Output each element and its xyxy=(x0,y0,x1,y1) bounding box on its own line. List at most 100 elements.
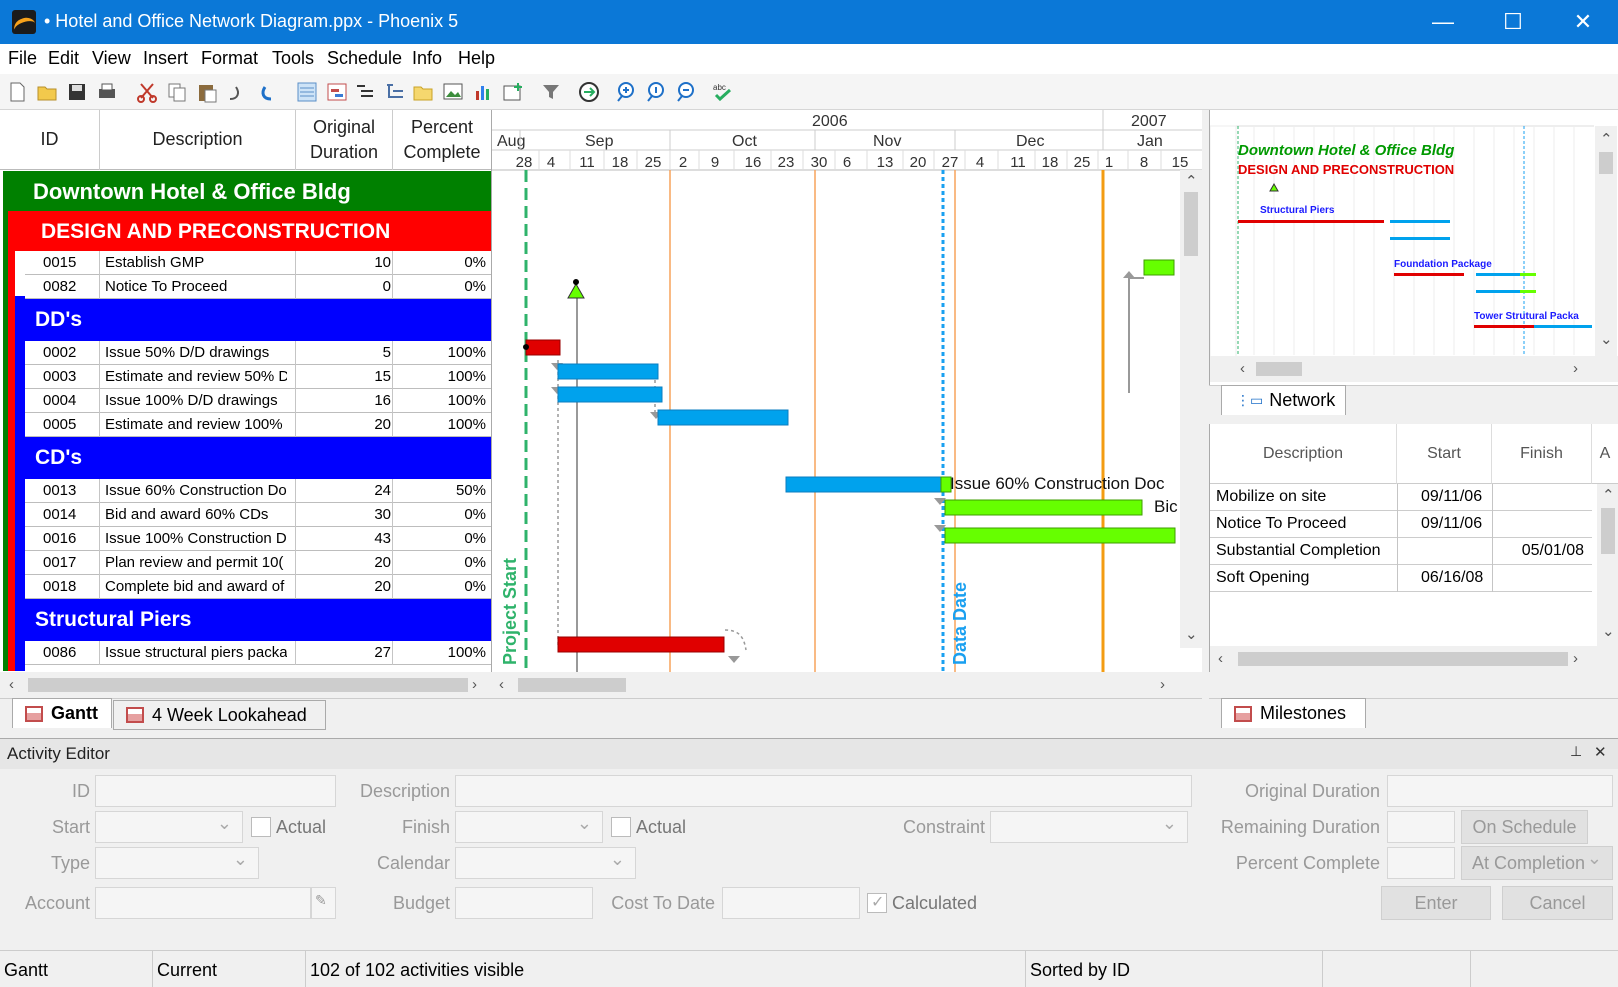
milestone-notice-to-proceed[interactable] xyxy=(567,282,585,299)
milestone-header-extra[interactable]: A xyxy=(1592,424,1618,484)
phase-band[interactable]: DESIGN AND PRECONSTRUCTION xyxy=(8,211,491,251)
tab-milestones[interactable]: Milestones xyxy=(1221,698,1366,728)
network-preview[interactable]: Downtown Hotel & Office Bldg DESIGN AND … xyxy=(1209,110,1618,385)
on-schedule-button[interactable]: On Schedule xyxy=(1461,810,1588,844)
folder-icon[interactable] xyxy=(412,81,434,103)
description-input[interactable] xyxy=(455,775,1192,807)
scroll-left-arrow-icon[interactable]: ‹ xyxy=(499,676,504,693)
original-duration-input[interactable] xyxy=(1387,775,1613,807)
gantt-hscroll-thumb[interactable] xyxy=(518,678,626,692)
table-row[interactable]: 0003 Estimate and review 50% D 15 100% xyxy=(25,365,491,389)
budget-input[interactable] xyxy=(455,887,593,919)
network-horizontal-scrollbar[interactable]: ‹ › xyxy=(1210,356,1618,382)
scroll-down-arrow-icon[interactable]: ⌄ xyxy=(1185,625,1198,643)
scroll-right-arrow-icon[interactable]: › xyxy=(472,676,477,693)
id-input[interactable] xyxy=(95,775,336,807)
milestone-row[interactable]: Substantial Completion 05/01/08 xyxy=(1210,538,1592,565)
table-row[interactable]: 0016 Issue 100% Construction D 43 0% xyxy=(25,527,491,551)
milestones-horizontal-scrollbar[interactable]: ‹ › xyxy=(1210,646,1618,672)
column-header-description[interactable]: Description xyxy=(100,110,296,170)
bar-0086[interactable] xyxy=(557,636,725,653)
menu-schedule[interactable]: Schedule xyxy=(327,48,402,69)
remaining-duration-input[interactable] xyxy=(1387,811,1455,843)
tab-network[interactable]: ⋮▭ Network xyxy=(1221,385,1346,415)
account-picker-button[interactable]: ✎ xyxy=(311,887,336,919)
milestone-row[interactable]: Notice To Proceed 09/11/06 xyxy=(1210,511,1592,538)
project-band[interactable]: Downtown Hotel & Office Bldg xyxy=(3,171,491,211)
type-dropdown[interactable] xyxy=(95,847,259,879)
bar-0013-complete[interactable] xyxy=(785,476,942,493)
scroll-up-arrow-icon[interactable]: ⌃ xyxy=(1185,172,1198,190)
enter-button[interactable]: Enter xyxy=(1381,886,1491,920)
scroll-down-arrow-icon[interactable]: ⌄ xyxy=(1602,622,1615,640)
milestones-vscroll-thumb[interactable] xyxy=(1601,508,1615,554)
group-band-dds[interactable]: DD's xyxy=(15,299,491,341)
milestone-row[interactable]: Mobilize on site 09/11/06 xyxy=(1210,484,1592,511)
scroll-left-arrow-icon[interactable]: ‹ xyxy=(9,676,14,693)
scroll-up-arrow-icon[interactable]: ⌃ xyxy=(1600,130,1613,148)
milestones-hscroll-thumb[interactable] xyxy=(1238,652,1568,666)
spellcheck-icon[interactable]: abc xyxy=(712,81,734,103)
table-row[interactable]: 0014 Bid and award 60% CDs 30 0% xyxy=(25,503,491,527)
undo-icon[interactable] xyxy=(256,81,278,103)
bar-0014[interactable] xyxy=(944,499,1143,516)
zoom-in-icon[interactable] xyxy=(614,81,636,103)
at-completion-dropdown[interactable]: At Completion xyxy=(1461,846,1613,880)
scroll-up-arrow-icon[interactable]: ⌃ xyxy=(1602,486,1615,504)
save-icon[interactable] xyxy=(66,81,88,103)
finish-date-dropdown[interactable] xyxy=(455,811,603,843)
network-vertical-scrollbar[interactable]: ⌃ ⌄ xyxy=(1595,126,1617,356)
cut-icon[interactable] xyxy=(136,81,158,103)
maximize-button[interactable]: ☐ xyxy=(1478,0,1548,44)
table-row[interactable]: 0005 Estimate and review 100% 20 100% xyxy=(25,413,491,437)
group-band-cds[interactable]: CD's xyxy=(15,437,491,479)
picture-icon[interactable] xyxy=(442,81,464,103)
menu-view[interactable]: View xyxy=(92,48,131,69)
constraint-dropdown[interactable] xyxy=(990,811,1188,843)
bar-0005[interactable] xyxy=(657,409,789,426)
zoom-out-icon[interactable] xyxy=(674,81,696,103)
column-header-original-duration[interactable]: Original Duration xyxy=(296,110,393,170)
zoom-actual-icon[interactable] xyxy=(644,81,666,103)
table-row[interactable]: 0017 Plan review and permit 10( 20 0% xyxy=(25,551,491,575)
column-header-id[interactable]: ID xyxy=(0,110,100,170)
bar-0018[interactable] xyxy=(1143,259,1175,276)
table-row[interactable]: 0086 Issue structural piers packa 27 100… xyxy=(25,641,491,665)
minimize-button[interactable]: — xyxy=(1408,0,1478,44)
print-icon[interactable] xyxy=(96,81,118,103)
outline-icon[interactable] xyxy=(354,81,376,103)
menu-help[interactable]: Help xyxy=(458,48,495,69)
bar-0016[interactable] xyxy=(944,527,1176,544)
gantt-view-icon[interactable] xyxy=(326,81,348,103)
column-header-percent-complete[interactable]: Percent Complete xyxy=(393,110,491,170)
menu-edit[interactable]: Edit xyxy=(48,48,79,69)
tab-4-week-lookahead[interactable]: 4 Week Lookahead xyxy=(113,700,326,730)
network-vscroll-thumb[interactable] xyxy=(1599,152,1613,174)
copy-icon[interactable] xyxy=(166,81,188,103)
pin-icon[interactable]: ⊥ xyxy=(1570,743,1582,760)
redo-icon[interactable] xyxy=(224,81,246,103)
grid-horizontal-scrollbar[interactable]: ‹ › xyxy=(0,672,492,698)
group-band-structural-piers[interactable]: Structural Piers xyxy=(15,599,491,641)
milestone-header-start[interactable]: Start xyxy=(1397,424,1492,484)
account-input[interactable] xyxy=(95,887,311,919)
goto-date-icon[interactable] xyxy=(578,81,600,103)
gantt-horizontal-scrollbar[interactable]: ‹ › xyxy=(492,672,1202,698)
scroll-right-arrow-icon[interactable]: › xyxy=(1160,676,1165,693)
paste-icon[interactable] xyxy=(196,81,218,103)
actual-start-checkbox[interactable] xyxy=(251,817,271,837)
table-row[interactable]: 0082 Notice To Proceed 0 0% xyxy=(25,275,491,299)
menu-file[interactable]: File xyxy=(8,48,37,69)
close-window-button[interactable]: ✕ xyxy=(1548,0,1618,44)
table-row[interactable]: 0015 Establish GMP 10 0% xyxy=(25,251,491,275)
grid-hscroll-thumb[interactable] xyxy=(28,678,468,692)
table-row[interactable]: 0018 Complete bid and award of 20 0% xyxy=(25,575,491,599)
add-chart-icon[interactable] xyxy=(502,81,524,103)
open-folder-icon[interactable] xyxy=(36,81,58,103)
chart-icon[interactable] xyxy=(472,81,494,103)
bar-0004[interactable] xyxy=(557,386,663,403)
scroll-left-arrow-icon[interactable]: ‹ xyxy=(1218,650,1223,667)
milestone-header-finish[interactable]: Finish xyxy=(1492,424,1592,484)
calculated-checkbox[interactable]: ✓ xyxy=(867,893,887,913)
scroll-left-arrow-icon[interactable]: ‹ xyxy=(1240,360,1245,377)
